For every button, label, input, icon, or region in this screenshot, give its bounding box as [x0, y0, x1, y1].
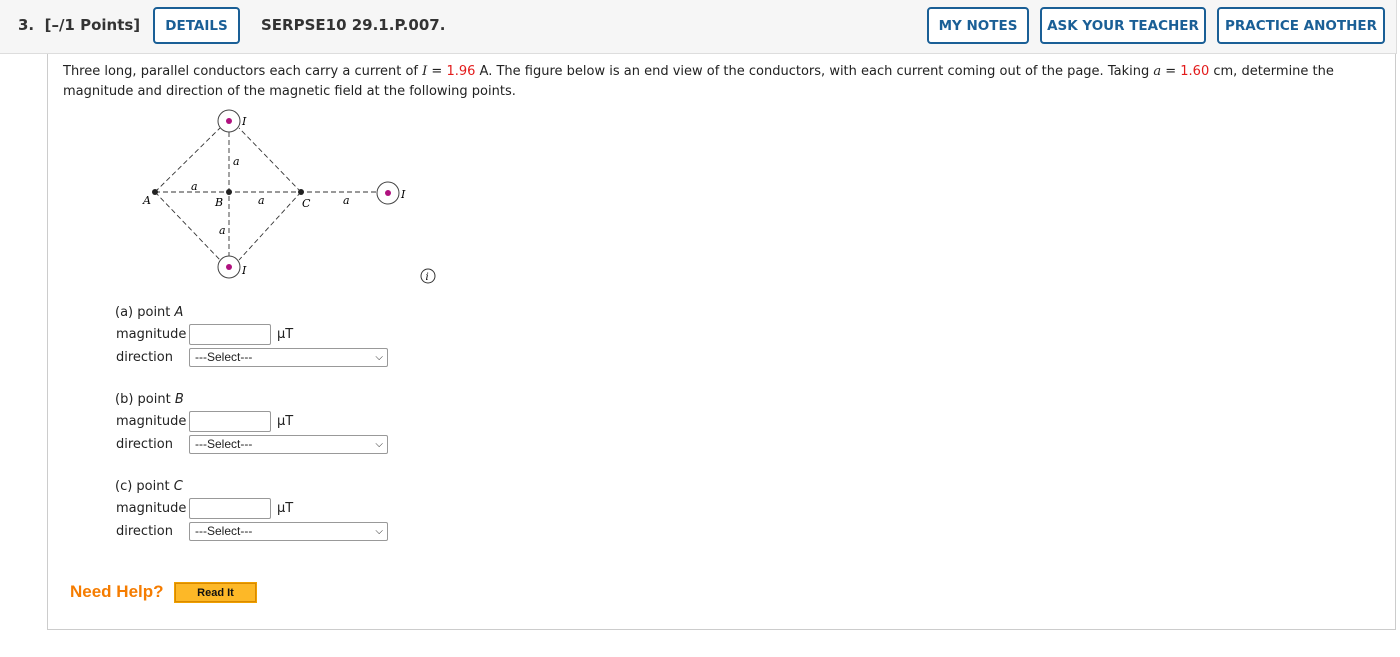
info-icon: i	[420, 268, 436, 284]
label-a: a	[219, 224, 226, 237]
label-i-bottom: I	[241, 264, 247, 277]
svg-text:i: i	[426, 272, 429, 283]
unit-label: µT	[277, 327, 294, 342]
direction-select-c[interactable]: ---Select--- ⌵	[189, 522, 388, 541]
conductor-figure: I I I A B C a a a a a i	[142, 109, 436, 284]
label-a: a	[191, 180, 198, 193]
direction-label: direction	[116, 437, 173, 452]
label-a: a	[233, 155, 240, 168]
direction-label: direction	[116, 350, 173, 365]
point-b-dot	[226, 189, 232, 195]
read-it-button[interactable]: Read It	[174, 582, 257, 603]
direction-select-a[interactable]: ---Select--- ⌵	[189, 348, 388, 367]
ask-teacher-button[interactable]: ASK YOUR TEACHER	[1040, 7, 1206, 44]
my-notes-button[interactable]: MY NOTES	[927, 7, 1029, 44]
magnitude-label: magnitude	[116, 327, 187, 342]
magnitude-input-a[interactable]	[189, 324, 271, 345]
magnitude-label: magnitude	[116, 501, 187, 516]
need-help-label: Need Help?	[70, 582, 164, 601]
label-i-top: I	[241, 115, 247, 128]
direction-select-b[interactable]: ---Select--- ⌵	[189, 435, 388, 454]
label-a: a	[343, 194, 350, 207]
magnitude-label: magnitude	[116, 414, 187, 429]
conductor-bottom	[217, 255, 241, 279]
chevron-down-icon: ⌵	[375, 526, 383, 537]
label-point-b: B	[214, 196, 223, 209]
current-out-dot	[226, 264, 232, 270]
current-out-dot	[226, 118, 232, 124]
unit-label: µT	[277, 501, 294, 516]
magnitude-input-c[interactable]	[189, 498, 271, 519]
part-a-label: (a) point A	[115, 305, 184, 320]
point-c-dot	[298, 189, 304, 195]
unit-label: µT	[277, 414, 294, 429]
label-point-a: A	[142, 194, 151, 207]
part-b-label: (b) point B	[115, 392, 184, 407]
current-out-dot	[385, 190, 391, 196]
conductor-top	[217, 109, 241, 133]
point-a-dot	[152, 189, 158, 195]
chevron-down-icon: ⌵	[375, 352, 383, 363]
conductor-right	[376, 181, 400, 205]
chevron-down-icon: ⌵	[375, 439, 383, 450]
magnitude-input-b[interactable]	[189, 411, 271, 432]
label-point-c: C	[302, 197, 311, 210]
practice-another-button[interactable]: PRACTICE ANOTHER	[1217, 7, 1385, 44]
label-a: a	[258, 194, 265, 207]
label-i-right: I	[400, 188, 406, 201]
direction-label: direction	[116, 524, 173, 539]
part-c-label: (c) point C	[115, 479, 183, 494]
